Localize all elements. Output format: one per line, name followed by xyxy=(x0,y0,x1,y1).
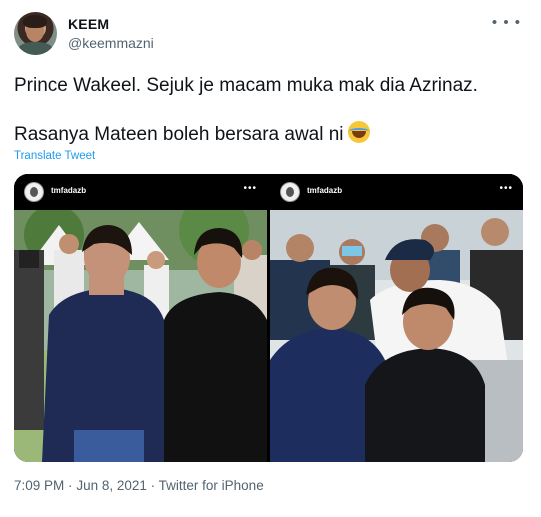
instagram-header: tmfadazb ••• xyxy=(270,174,523,210)
instagram-username: tmfadazb xyxy=(307,186,343,195)
indoor-photo-illustration xyxy=(270,210,523,462)
media-photo-left[interactable]: tmfadazb ••• xyxy=(14,174,267,462)
instagram-username: tmfadazb xyxy=(51,186,87,195)
tweet-card: KEEM @keemmazni • • • Prince Wakeel. Sej… xyxy=(0,0,541,517)
meta-separator: · xyxy=(68,478,73,493)
outdoor-photo-illustration xyxy=(14,210,267,462)
media-photo-right[interactable]: tmfadazb ••• xyxy=(270,174,523,462)
photo-scene-outdoor xyxy=(14,210,267,462)
instagram-more-icon: ••• xyxy=(243,183,257,194)
tweet-media[interactable]: tmfadazb ••• tmfadazb ••• xyxy=(14,174,523,462)
tweet-source[interactable]: Twitter for iPhone xyxy=(159,478,264,493)
author-name[interactable]: KEEM xyxy=(68,16,109,32)
tweet-date[interactable]: Jun 8, 2021 xyxy=(76,478,147,493)
author-handle[interactable]: @keemmazni xyxy=(68,35,154,51)
instagram-more-icon: ••• xyxy=(499,183,513,194)
meta-separator: · xyxy=(150,478,156,493)
tweet-text-line2-content: Rasanya Mateen boleh bersara awal ni xyxy=(14,124,344,145)
face-with-tears-of-joy-icon xyxy=(347,121,370,143)
instagram-header: tmfadazb ••• xyxy=(14,174,267,210)
instagram-avatar-icon xyxy=(24,182,44,202)
more-options-icon[interactable]: • • • xyxy=(492,14,521,31)
translate-tweet-link[interactable]: Translate Tweet xyxy=(14,150,95,162)
instagram-avatar-icon xyxy=(280,182,300,202)
author-avatar[interactable] xyxy=(14,12,57,55)
tweet-text-line2: Rasanya Mateen boleh bersara awal ni xyxy=(14,121,370,147)
photo-scene-indoor xyxy=(270,210,523,462)
tweet-metadata: 7:09 PM · Jun 8, 2021 · Twitter for iPho… xyxy=(14,478,264,493)
tweet-text-line1: Prince Wakeel. Sejuk je macam muka mak d… xyxy=(14,75,478,96)
tweet-time[interactable]: 7:09 PM xyxy=(14,478,64,493)
